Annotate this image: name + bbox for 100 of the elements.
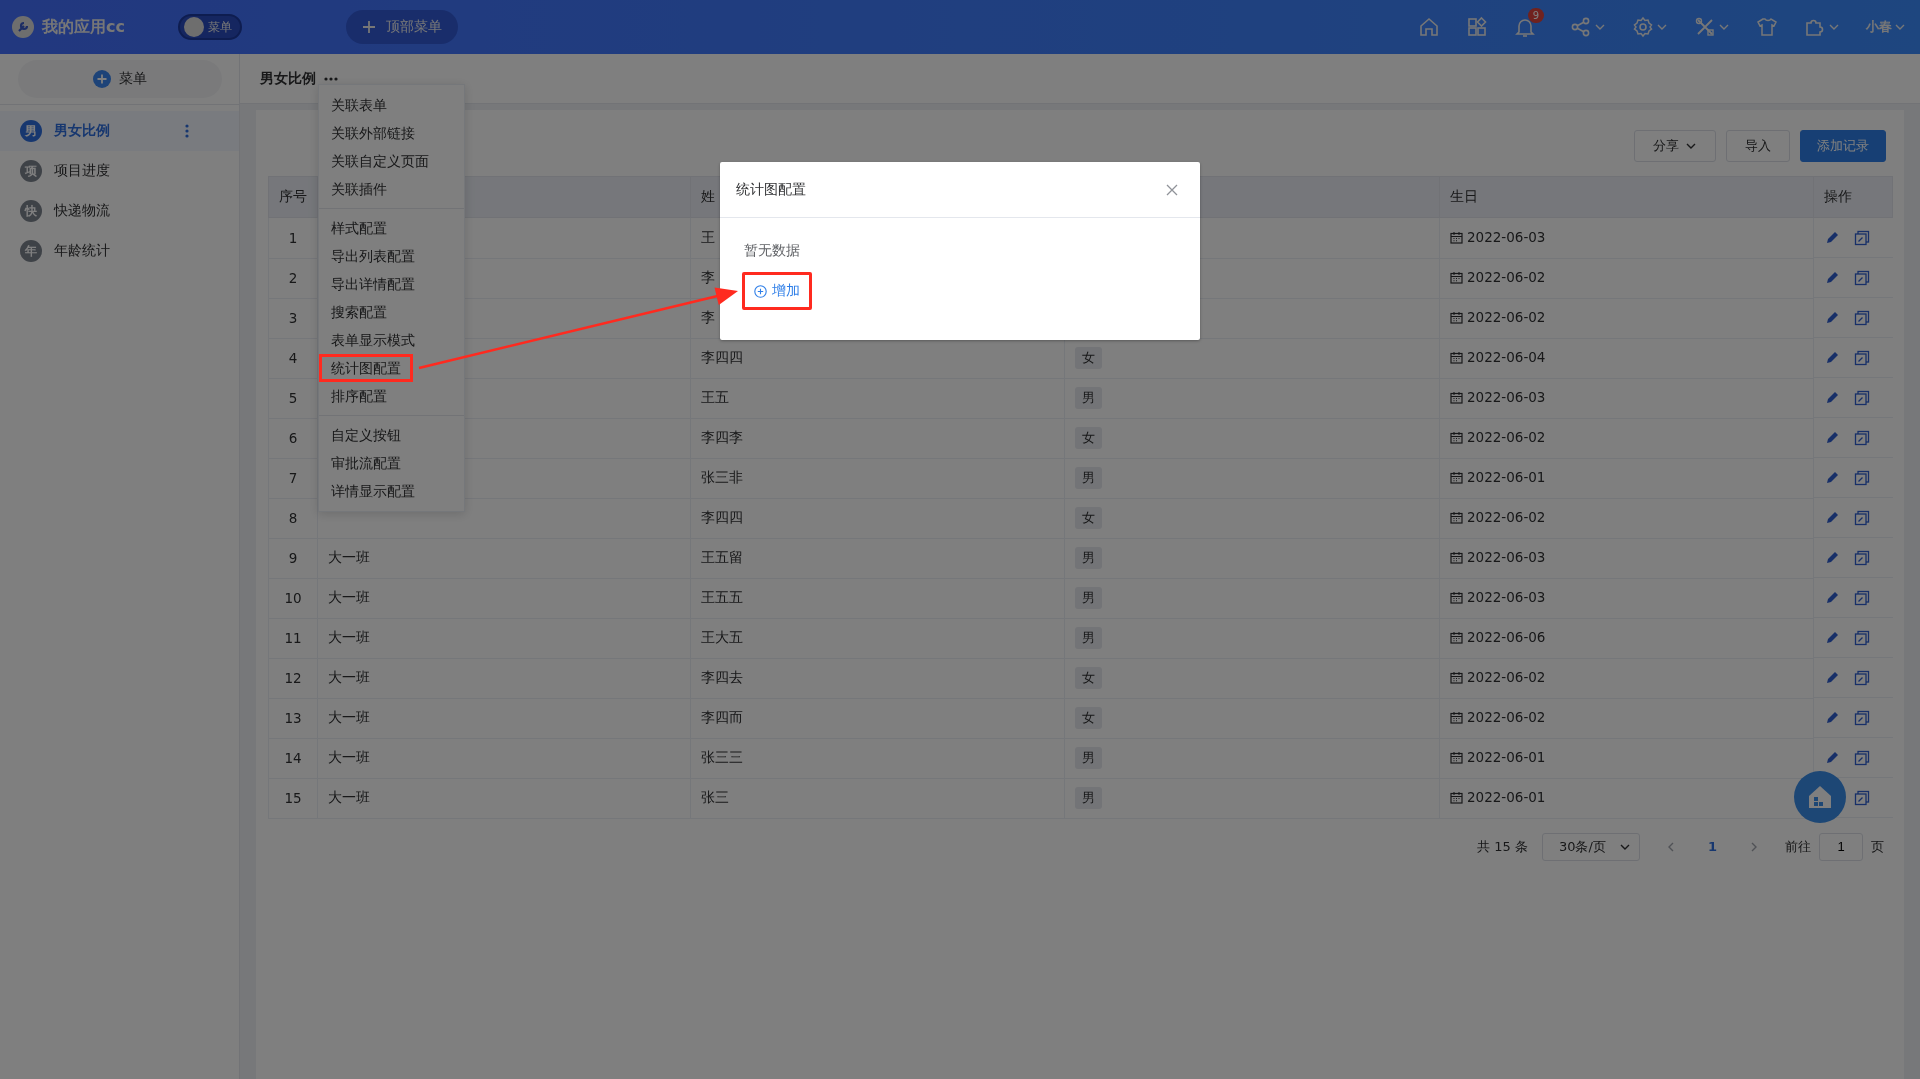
edit-icon[interactable] [1824,749,1840,766]
edit-icon[interactable] [1824,429,1840,446]
edit-icon[interactable] [1824,269,1840,286]
column-header: 序号 [279,188,307,204]
table-cell: 王五留 [701,549,743,565]
copy-icon[interactable] [1854,589,1870,606]
more-icon[interactable] [185,124,189,138]
copy-icon[interactable] [1854,669,1870,686]
calendar-icon [1450,670,1463,684]
close-icon[interactable] [1166,183,1178,196]
copy-icon[interactable] [1854,429,1870,446]
gender-tag: 男 [1075,787,1102,809]
table-cell: 李四四 [701,349,743,365]
menu-item[interactable]: 关联外部链接 [319,119,464,147]
menu-item[interactable]: 关联自定义页面 [319,147,464,175]
toolbar-apps-button[interactable] [1466,16,1488,38]
share-button[interactable]: 分享 [1634,130,1716,162]
table-cell: 李四四 [701,509,743,525]
edit-icon[interactable] [1824,349,1840,366]
gender-tag: 女 [1075,667,1102,689]
shirt-icon [1756,16,1778,38]
copy-icon[interactable] [1854,269,1870,286]
table-cell: 张三三 [701,749,743,765]
toolbar-share-button[interactable] [1570,16,1606,38]
row-number: 11 [284,630,302,646]
menu-item[interactable]: 关联表单 [319,91,464,119]
table-cell: 2022-06-02 [1467,709,1546,726]
copy-icon[interactable] [1854,749,1870,766]
sidebar-item[interactable]: 男 男女比例 [0,111,239,151]
sidebar-item[interactable]: 快 快递物流 [0,191,239,231]
copy-icon[interactable] [1854,229,1870,246]
menu-item[interactable]: 表单显示模式 [319,326,464,354]
edit-icon[interactable] [1824,509,1840,526]
copy-icon[interactable] [1854,709,1870,726]
page-size-select[interactable]: 30条/页 [1541,832,1640,861]
wrench-icon [12,16,34,38]
calendar-icon [1450,710,1463,724]
table-cell: 2022-06-02 [1467,429,1546,446]
copy-icon[interactable] [1854,469,1870,486]
edit-icon[interactable] [1824,469,1840,486]
edit-icon[interactable] [1824,309,1840,326]
menu-item[interactable]: 统计图配置 [319,354,413,382]
gender-tag: 男 [1075,387,1102,409]
sidebar-item[interactable]: 年 年龄统计 [0,231,239,271]
table-cell: 王大五 [701,629,743,645]
next-page-icon[interactable] [1749,840,1759,853]
column-header: 操作 [1824,188,1852,204]
menu-item[interactable]: 详情显示配置 [319,477,464,505]
copy-icon[interactable] [1854,549,1870,566]
table-cell: 2022-06-03 [1467,549,1546,566]
menu-item[interactable]: 样式配置 [319,214,464,242]
sidebar-item[interactable]: 项 项目进度 [0,151,239,191]
toolbar-shirt-button[interactable] [1756,16,1778,38]
calendar-icon [1450,550,1463,564]
copy-icon[interactable] [1854,789,1870,806]
settings-icon [1632,16,1654,38]
copy-icon[interactable] [1854,309,1870,326]
avatar-badge: 男 [20,120,42,142]
toolbar-tools-button[interactable] [1694,16,1730,38]
edit-icon[interactable] [1824,389,1840,406]
copy-icon[interactable] [1854,349,1870,366]
house-icon [1807,784,1833,810]
edit-icon[interactable] [1824,629,1840,646]
menu-item[interactable]: 导出列表配置 [319,242,464,270]
menu-item[interactable]: 审批流配置 [319,449,464,477]
toolbar-settings-button[interactable] [1632,16,1668,38]
app-title: 我的应用cc [42,16,125,38]
page-input[interactable]: 1 [1819,832,1863,861]
toolbar-home-button[interactable] [1418,16,1440,38]
table-cell: 大一班 [328,549,370,565]
edit-icon[interactable] [1824,229,1840,246]
toolbar-bell-button[interactable]: 9 [1514,8,1544,46]
page-number[interactable]: 1 [1701,839,1723,854]
gender-tag: 男 [1075,747,1102,769]
table-cell: 大一班 [328,669,370,685]
edit-icon[interactable] [1824,549,1840,566]
tools-icon [1694,16,1716,38]
calendar-icon [1450,790,1463,804]
row-number: 9 [288,550,298,566]
edit-icon[interactable] [1824,709,1840,726]
menu-toggle[interactable]: 菜单 [178,14,242,40]
copy-icon[interactable] [1854,509,1870,526]
row-number: 8 [288,510,298,526]
add-button[interactable]: 增加 [754,280,800,302]
gender-tag: 女 [1075,707,1102,729]
edit-icon[interactable] [1824,669,1840,686]
page-tab[interactable]: 男女比例 [260,69,316,88]
more-icon[interactable] [324,76,338,81]
row-number: 2 [288,270,298,286]
plus-icon [362,20,376,34]
table-cell: 2022-06-06 [1467,629,1546,646]
copy-icon[interactable] [1854,389,1870,406]
share-icon [1570,16,1592,38]
add-record-button[interactable]: 添加记录 [1800,130,1886,162]
copy-icon[interactable] [1854,629,1870,646]
add-menu-button[interactable]: 菜单 [17,60,222,98]
row-number: 14 [284,750,302,766]
import-button[interactable]: 导入 [1726,130,1790,162]
edit-icon[interactable] [1824,589,1840,606]
calendar-icon [1450,590,1463,604]
